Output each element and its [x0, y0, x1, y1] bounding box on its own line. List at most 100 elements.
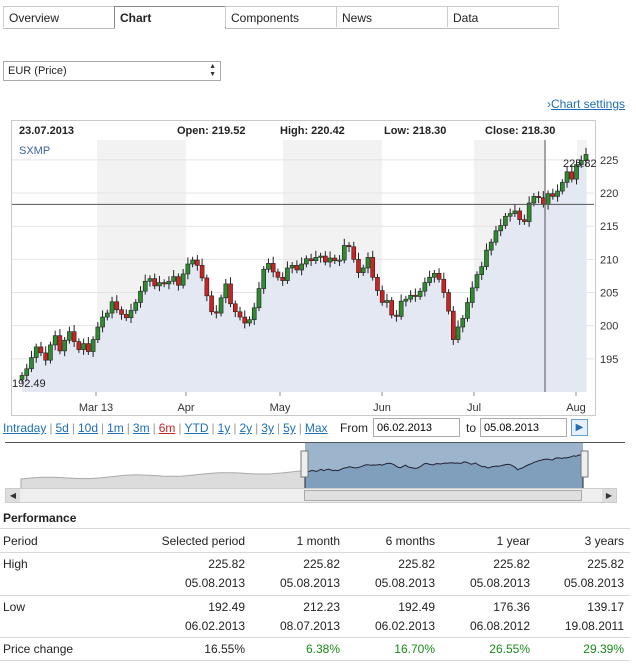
candle	[446, 292, 451, 312]
candle	[337, 259, 342, 262]
range-link-1y[interactable]: 1y	[218, 421, 231, 435]
arrow-right-icon: ▶	[605, 491, 613, 500]
arrow-right-icon: ▶	[575, 422, 584, 433]
candle	[142, 280, 148, 292]
high-value: 225.82	[208, 557, 245, 571]
candle	[180, 273, 186, 286]
from-date-input[interactable]	[373, 418, 460, 437]
y-tick-label: 225	[600, 155, 618, 167]
low-date: 06.08.2012	[469, 619, 530, 633]
candle	[394, 314, 399, 317]
candle	[427, 276, 432, 283]
performance-table: Period Selected period 1 month 6 months 1 ye…	[0, 528, 636, 670]
candle	[232, 303, 238, 313]
candle	[71, 331, 77, 342]
high-value: 225.82	[493, 557, 530, 571]
candle	[280, 276, 285, 281]
y-tick-label: 205	[600, 288, 618, 300]
range-link-ytd[interactable]: YTD	[185, 421, 209, 435]
range-link-1m[interactable]: 1m	[107, 421, 124, 435]
candle	[105, 312, 110, 318]
scroll-left-button[interactable]: ◀	[6, 489, 20, 502]
chart-plot: 195 200 205 210 215 220 225 Mar 13 Apr May Jun Jul A…	[12, 140, 618, 414]
candle	[365, 257, 371, 269]
candle	[114, 301, 120, 311]
navigator-scrollbar[interactable]: ◀ ▶	[5, 488, 617, 503]
candle	[569, 171, 575, 180]
candle	[33, 346, 39, 358]
low-value: 139.17	[587, 600, 624, 614]
candle	[474, 274, 480, 289]
candle	[67, 331, 72, 341]
candle	[313, 257, 319, 261]
range-link-5d[interactable]: 5d	[55, 421, 68, 435]
range-links: Intraday | 5d | 10d | 1m | 3m | 6m | YTD | 1y | 2y | 3y | 5y…	[3, 421, 328, 435]
candle	[242, 316, 248, 324]
candle	[62, 339, 67, 352]
candle	[195, 259, 200, 266]
navigator-handle	[300, 450, 309, 478]
to-date-input[interactable]	[480, 418, 567, 437]
candle	[408, 294, 413, 300]
candle	[147, 278, 153, 282]
range-link-10d[interactable]: 10d	[78, 421, 98, 435]
candle	[360, 267, 366, 273]
candle	[251, 307, 257, 321]
arrow-left-icon: ◀	[9, 491, 17, 500]
high-value: 225.82	[303, 557, 340, 571]
candle	[308, 258, 314, 261]
row-divider	[0, 595, 630, 596]
x-tick-label: May	[270, 402, 291, 414]
low-date: 19.08.2011	[564, 619, 624, 633]
candle	[100, 316, 105, 328]
price-change-value: 6.38%	[305, 642, 340, 656]
candle	[498, 225, 503, 232]
range-link-2y[interactable]: 2y	[239, 421, 252, 435]
range-link-max[interactable]: Max	[305, 421, 328, 435]
candle	[43, 352, 48, 361]
candle	[218, 297, 224, 314]
candle	[488, 241, 494, 251]
low-value: 192.49	[398, 600, 435, 614]
low-value: 212.23	[303, 600, 340, 614]
range-link-6m[interactable]: 6m	[159, 421, 176, 435]
candle	[176, 276, 181, 286]
scrollbar-thumb[interactable]	[304, 490, 582, 501]
candle	[555, 190, 560, 197]
candle	[24, 368, 30, 376]
col-header: Selected period	[161, 534, 245, 548]
candle	[209, 295, 214, 313]
low-value: 176.36	[493, 600, 530, 614]
price-change-value: 16.70%	[394, 642, 435, 656]
row-label-low: Low	[3, 600, 26, 614]
apply-range-button[interactable]: ▶	[571, 419, 588, 436]
range-link-5y[interactable]: 5y	[283, 421, 296, 435]
high-date: 05.08.2013	[469, 576, 530, 590]
scroll-right-button[interactable]: ▶	[602, 489, 616, 502]
candle	[417, 290, 423, 297]
range-link-intraday[interactable]: Intraday	[3, 421, 46, 435]
candle	[128, 310, 134, 319]
x-tick-label: Jun	[373, 402, 391, 414]
candle	[275, 271, 281, 278]
x-tick-label: Apr	[177, 402, 194, 414]
candle	[204, 277, 210, 297]
candle	[285, 267, 290, 281]
candle	[460, 318, 466, 328]
candle	[266, 263, 271, 270]
range-separator: |	[126, 421, 130, 435]
low-date: 06.02.2013	[184, 619, 245, 633]
x-tick-label: Mar 13	[79, 402, 113, 414]
range-separator: |	[276, 421, 281, 435]
candle	[379, 290, 385, 303]
row-label-high: High	[3, 557, 28, 571]
low-date: 06.02.2013	[374, 619, 435, 633]
range-link-3m[interactable]: 3m	[133, 421, 150, 435]
range-navigator[interactable]	[5, 442, 625, 489]
candle	[166, 280, 172, 285]
price-change-value: 16.55%	[204, 642, 245, 656]
candle	[52, 335, 58, 346]
range-link-3y[interactable]: 3y	[261, 421, 274, 435]
candle	[38, 346, 44, 354]
candle	[185, 263, 191, 275]
